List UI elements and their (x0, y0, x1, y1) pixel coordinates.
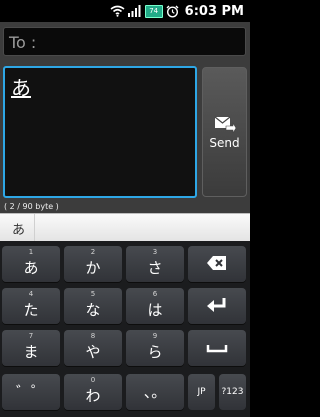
key-ma[interactable]: 7 ま (2, 330, 60, 366)
key-label: あ (23, 259, 39, 277)
enter-key[interactable] (188, 288, 246, 324)
byte-counter: ( 2 / 90 byte ) (4, 202, 59, 211)
key-number: 6 (152, 290, 158, 298)
key-sa[interactable]: 3 さ (126, 246, 184, 282)
key-label: わ (85, 387, 101, 405)
language-key[interactable]: JP (188, 374, 215, 410)
key-label: さ (147, 259, 163, 277)
candidate-item[interactable]: あ (12, 219, 25, 238)
compose-area: To : あ Send ( 2 / 90 byte ) (0, 22, 250, 213)
space-key[interactable] (188, 330, 246, 366)
to-field[interactable]: To : (3, 27, 246, 56)
key-label: な (85, 301, 101, 319)
key-label: か (85, 259, 101, 277)
key-number: 3 (152, 248, 158, 256)
key-punctuation[interactable]: 、。 (126, 374, 184, 410)
key-ka[interactable]: 2 か (64, 246, 122, 282)
key-number: 2 (90, 248, 96, 256)
key-label: た (23, 301, 39, 319)
keyboard: 1 あ 2 か 3 さ 4 た 5 な 6 は 7 ま 8 や 9 ら ゛゜ 0… (0, 241, 250, 417)
key-ta[interactable]: 4 た (2, 288, 60, 324)
to-label: To : (9, 33, 37, 52)
key-label: ゛゜ (15, 383, 46, 401)
key-number: 8 (90, 332, 96, 340)
send-icon (214, 116, 236, 133)
candidate-divider (34, 214, 35, 242)
key-dakuten[interactable]: ゛゜ (2, 374, 60, 410)
key-number: 5 (90, 290, 96, 298)
send-button[interactable]: Send (202, 67, 247, 197)
key-number: 4 (28, 290, 34, 298)
key-na[interactable]: 5 な (64, 288, 122, 324)
key-number: 1 (28, 248, 34, 256)
backspace-key[interactable] (188, 246, 246, 282)
alarm-icon (166, 5, 179, 18)
message-input[interactable]: あ (3, 66, 197, 198)
key-label: 、。 (143, 383, 167, 401)
space-icon (206, 345, 228, 353)
key-label: や (85, 343, 101, 361)
key-wa[interactable]: 0 わ (64, 374, 122, 410)
backspace-icon (207, 256, 226, 270)
key-label: ら (147, 343, 163, 361)
candidate-bar: あ (0, 213, 250, 242)
key-number: 0 (90, 376, 96, 384)
key-label: は (147, 301, 163, 319)
wifi-icon (110, 5, 125, 17)
status-bar: 74 6:03 PM (0, 0, 250, 22)
key-label: ま (23, 343, 39, 361)
key-number: 7 (28, 332, 34, 340)
key-number: 9 (152, 332, 158, 340)
status-icons: 74 6:03 PM (110, 0, 244, 22)
signal-icon (127, 5, 141, 17)
key-ra[interactable]: 9 ら (126, 330, 184, 366)
key-a[interactable]: 1 あ (2, 246, 60, 282)
battery-icon: 74 (144, 4, 163, 18)
key-ha[interactable]: 6 は (126, 288, 184, 324)
battery-level: 74 (149, 7, 159, 15)
send-label: Send (209, 136, 240, 150)
status-time: 6:03 PM (184, 3, 244, 19)
mode-key[interactable]: ?123 (219, 374, 246, 410)
key-ya[interactable]: 8 や (64, 330, 122, 366)
enter-icon (207, 298, 226, 312)
message-text: あ (11, 76, 31, 100)
